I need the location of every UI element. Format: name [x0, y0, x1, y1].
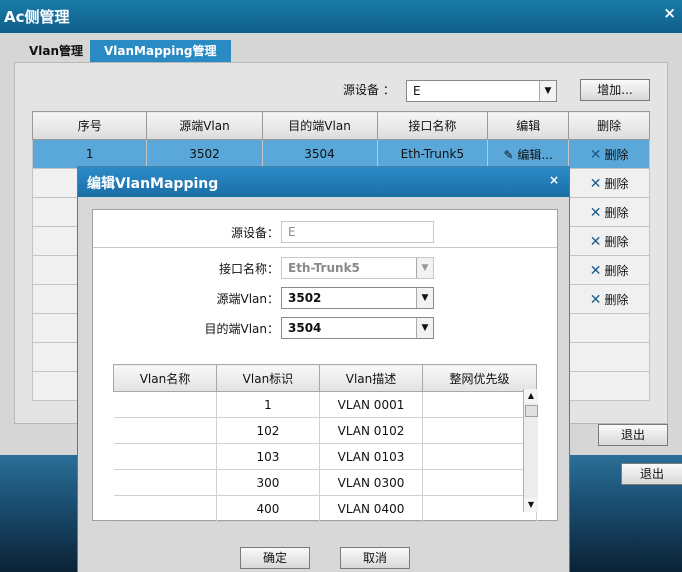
- table-row[interactable]: 1 VLAN 0001: [113, 391, 537, 418]
- vlan-list-table: Vlan名称 Vlan标识 Vlan描述 整网优先级 1 VLAN 0001 10…: [113, 364, 537, 522]
- cell-vlan-desc: VLAN 0300: [319, 469, 424, 496]
- dialog-form: 源设备： E 接口名称： Eth-Trunk5 ▼ 源端Vlan： 3502 ▼…: [92, 209, 558, 522]
- column-header-priority: 整网优先级: [422, 364, 537, 392]
- cell-vlan-desc: VLAN 0102: [319, 417, 424, 444]
- table-row[interactable]: 400 VLAN 0400: [113, 495, 537, 522]
- edit-link[interactable]: ✎ 编辑...: [487, 139, 570, 169]
- dst-vlan-label: 目的端Vlan：: [204, 322, 279, 336]
- cell-vlan-id: 103: [216, 443, 320, 470]
- interface-label: 接口名称：: [218, 262, 279, 276]
- exit-button[interactable]: 退出: [621, 463, 682, 485]
- cell-vlan-desc: VLAN 0001: [319, 391, 424, 418]
- delete-x-icon: ✕: [589, 233, 602, 250]
- cell-vlan-name: [113, 443, 217, 470]
- column-header-vlan-id: Vlan标识: [215, 364, 320, 392]
- chevron-down-icon: ▼: [416, 258, 433, 278]
- cell-vlan-id: 1: [216, 391, 320, 418]
- cell-src-vlan: 3502: [146, 139, 263, 169]
- cell-vlan-id: 300: [216, 469, 320, 496]
- close-icon[interactable]: ×: [663, 4, 676, 22]
- chevron-down-icon[interactable]: ▼: [539, 81, 556, 101]
- src-vlan-select[interactable]: 3502 ▼: [281, 287, 434, 309]
- cell-vlan-id: 102: [216, 417, 320, 444]
- cell-vlan-desc: VLAN 0400: [319, 495, 424, 522]
- close-icon[interactable]: ×: [549, 173, 559, 187]
- delete-link[interactable]: ✕ 删除: [568, 284, 650, 314]
- edit-label: 编辑...: [517, 147, 553, 162]
- cell-vlan-name: [113, 391, 217, 418]
- dst-vlan-select-value: 3504: [288, 321, 322, 335]
- cell-interface: Eth-Trunk5: [376, 139, 489, 169]
- interface-select-value: Eth-Trunk5: [288, 261, 360, 275]
- source-device-select[interactable]: E ▼: [406, 80, 557, 102]
- ok-button[interactable]: 确定: [240, 547, 310, 569]
- src-vlan-select-value: 3502: [288, 291, 322, 305]
- delete-x-icon: ✕: [589, 291, 602, 308]
- panel-exit-button[interactable]: 退出: [598, 424, 668, 446]
- column-header-index: 序号: [31, 111, 148, 140]
- edit-vlanmapping-dialog: 编辑VlanMapping × 源设备： E 接口名称： Eth-Trunk5 …: [78, 167, 569, 572]
- window-title-bar: Ac侧管理 ×: [0, 0, 682, 33]
- column-header-edit: 编辑: [487, 111, 570, 140]
- tab-vlan-management[interactable]: Vlan管理: [17, 40, 95, 62]
- column-header-vlan-desc: Vlan描述: [318, 364, 424, 392]
- delete-x-icon: ✕: [589, 146, 602, 163]
- scroll-up-icon[interactable]: ▲: [524, 389, 538, 403]
- cell-vlan-name: [113, 495, 217, 522]
- source-device-label: 源设备：: [230, 226, 279, 240]
- divider: [93, 247, 557, 248]
- delete-link[interactable]: ✕ 删除: [568, 226, 650, 256]
- column-header-dst-vlan: 目的端Vlan: [261, 111, 378, 140]
- table-row[interactable]: 102 VLAN 0102: [113, 417, 537, 444]
- column-header-vlan-name: Vlan名称: [113, 364, 217, 392]
- cell-priority: [422, 391, 537, 418]
- chevron-down-icon[interactable]: ▼: [416, 288, 433, 308]
- dst-vlan-select[interactable]: 3504 ▼: [281, 317, 434, 339]
- source-device-field-value: E: [288, 225, 296, 239]
- tab-vlanmapping-management[interactable]: VlanMapping管理: [90, 40, 231, 62]
- delete-link[interactable]: ✕ 删除: [568, 197, 650, 227]
- table-row[interactable]: 1 3502 3504 Eth-Trunk5 ✎ 编辑... ✕ 删除: [31, 139, 650, 169]
- source-device-value: E: [413, 84, 421, 98]
- chevron-down-icon[interactable]: ▼: [416, 318, 433, 338]
- cell-priority: [422, 495, 537, 522]
- column-header-delete: 删除: [568, 111, 650, 140]
- cell-index: 1: [31, 139, 148, 169]
- dialog-title-bar: 编辑VlanMapping ×: [78, 167, 569, 197]
- cell-vlan-desc: VLAN 0103: [319, 443, 424, 470]
- source-device-field: E: [281, 221, 434, 243]
- delete-link[interactable]: ✕ 删除: [568, 255, 650, 285]
- scroll-thumb[interactable]: [525, 405, 538, 417]
- column-header-interface: 接口名称: [376, 111, 489, 140]
- scroll-down-icon[interactable]: ▼: [524, 498, 538, 512]
- cell-priority: [422, 417, 537, 444]
- cell-vlan-name: [113, 417, 217, 444]
- dialog-title: 编辑VlanMapping: [87, 176, 219, 192]
- window-title: Ac侧管理: [4, 8, 70, 26]
- delete-x-icon: ✕: [589, 204, 602, 221]
- table-row[interactable]: 103 VLAN 0103: [113, 443, 537, 470]
- add-button[interactable]: 增加...: [580, 79, 650, 101]
- vertical-scrollbar[interactable]: ▲ ▼: [523, 389, 538, 512]
- cell-vlan-name: [113, 469, 217, 496]
- column-header-src-vlan: 源端Vlan: [146, 111, 263, 140]
- cell-dst-vlan: 3504: [261, 139, 378, 169]
- delete-link[interactable]: ✕ 删除: [568, 168, 650, 198]
- delete-x-icon: ✕: [589, 262, 602, 279]
- pencil-icon: ✎: [503, 147, 518, 162]
- delete-label: 删除: [604, 147, 629, 162]
- source-device-label: 源设备 ：: [343, 83, 395, 97]
- cell-priority: [422, 469, 537, 496]
- cell-priority: [422, 443, 537, 470]
- cancel-button[interactable]: 取消: [340, 547, 410, 569]
- cell-vlan-id: 400: [216, 495, 320, 522]
- delete-x-icon: ✕: [589, 175, 602, 192]
- table-row[interactable]: 300 VLAN 0300: [113, 469, 537, 496]
- src-vlan-label: 源端Vlan：: [216, 292, 279, 306]
- interface-select: Eth-Trunk5 ▼: [281, 257, 434, 279]
- delete-link[interactable]: ✕ 删除: [568, 139, 650, 169]
